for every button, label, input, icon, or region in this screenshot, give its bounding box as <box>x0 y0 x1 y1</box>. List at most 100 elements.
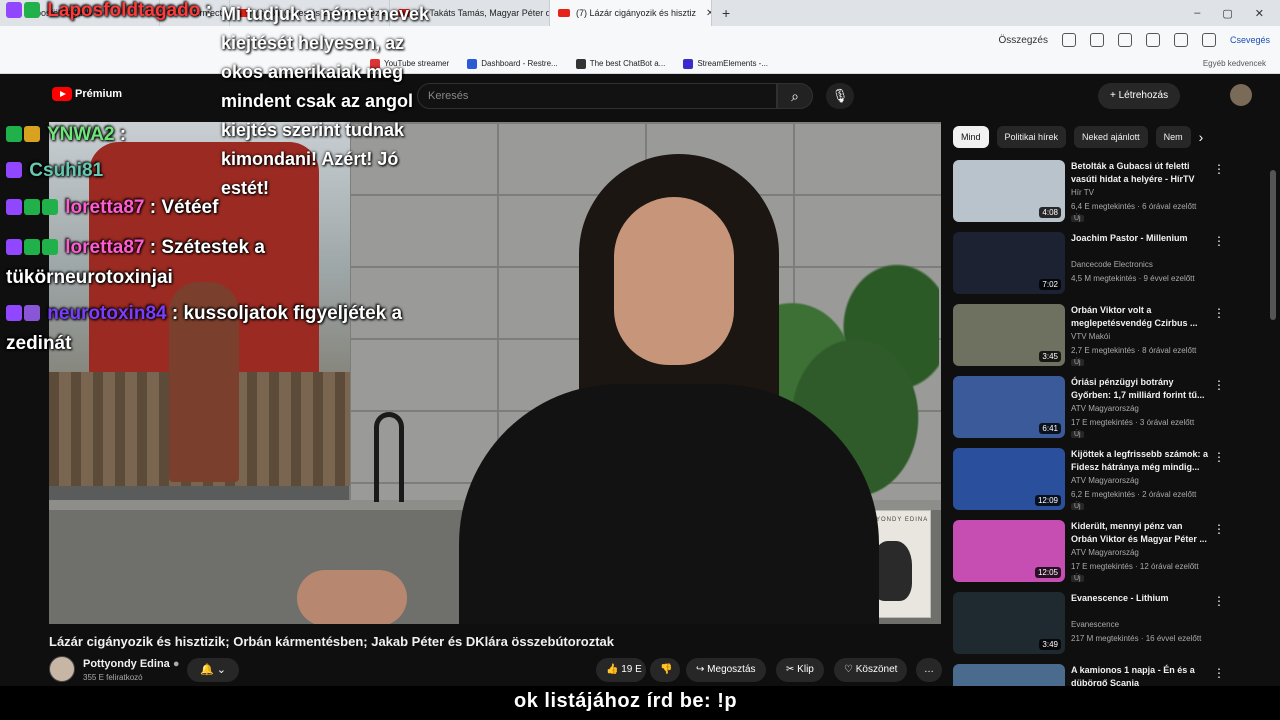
recommendation-item[interactable]: 6:41 Óriási pénzügyi botrány Győrben: 1,7… <box>953 376 1273 442</box>
twitch-badge-icon <box>6 162 22 178</box>
search-button[interactable]: ⌕ <box>777 83 813 109</box>
video-thumbnail[interactable]: 12:09 <box>953 448 1065 510</box>
create-label: Létrehozás <box>1118 90 1169 101</box>
new-badge: Új <box>1071 359 1084 366</box>
sub-badge-icon <box>24 305 40 321</box>
chevron-right-icon[interactable]: › <box>1199 126 1204 148</box>
clip-button[interactable]: ✂ Klip <box>776 658 824 682</box>
more-actions-button[interactable]: … <box>916 658 942 682</box>
chip-recommended[interactable]: Neked ajánlott <box>1074 126 1148 148</box>
extensions-icon[interactable] <box>1145 33 1160 47</box>
recommendation-title[interactable]: Joachim Pastor - Millenium <box>1071 232 1211 245</box>
recommendation-item[interactable]: 12:09 Kijöttek a legfrissebb számok: a Fi… <box>953 448 1273 514</box>
video-thumbnail[interactable]: 3:45 <box>953 304 1065 366</box>
copilot-chat-button[interactable]: Csevegés <box>1230 35 1270 45</box>
video-thumbnail[interactable]: 6:41 <box>953 376 1065 438</box>
refresh-icon[interactable] <box>1117 33 1132 47</box>
more-options-icon[interactable]: ⋮ <box>1213 594 1225 608</box>
chat-message: neurotoxin84 : kussoljatok figyeljétek a… <box>6 303 403 354</box>
recommendation-title[interactable]: Evanescence - Lithium <box>1071 592 1211 605</box>
account-avatar[interactable] <box>1230 84 1252 106</box>
summary-button[interactable]: Összegzés <box>999 35 1048 46</box>
chip-all[interactable]: Mind <box>953 126 989 148</box>
recommendation-item[interactable]: 12:05 Kiderült, mennyi pénz van Orbán Vik… <box>953 520 1273 586</box>
video-duration: 7:02 <box>1039 279 1061 290</box>
voice-search-button[interactable]: 🎙 <box>826 83 854 109</box>
recommendation-channel[interactable]: Evanescence <box>1071 620 1119 629</box>
star-icon[interactable] <box>1089 33 1104 47</box>
more-options-icon[interactable]: ⋮ <box>1213 306 1225 320</box>
scrollbar[interactable] <box>1270 170 1276 320</box>
new-badge: Új <box>1071 215 1084 222</box>
more-options-icon[interactable]: ⋮ <box>1213 162 1225 176</box>
filter-chips: Mind Politikai hírek Neked ajánlott Nem … <box>953 126 1273 148</box>
new-badge: Új <box>1071 575 1084 582</box>
browser-tab-active[interactable]: (7) Lázár cigányozik és hisztiz ✕ <box>550 0 712 26</box>
maximize-button[interactable]: ▢ <box>1222 7 1232 20</box>
thanks-label: Köszönet <box>855 664 898 675</box>
recommendation-title[interactable]: Kiderült, mennyi pénz van Orbán Viktor é… <box>1071 520 1211 546</box>
channel-name[interactable]: Pottyondy Edina ● <box>83 658 180 670</box>
video-thumbnail[interactable]: 12:05 <box>953 520 1065 582</box>
recommendation-channel[interactable]: ATV Magyarország <box>1071 404 1139 413</box>
recommendation-item[interactable]: 3:45 Orbán Viktor volt a meglepetésvendég… <box>953 304 1273 370</box>
video-thumbnail[interactable]: 4:08 <box>953 160 1065 222</box>
share-button[interactable]: ↪ Megosztás <box>686 658 766 682</box>
dislike-button[interactable]: 👎 <box>650 658 680 682</box>
mod-badge-icon <box>6 126 22 142</box>
recommendation-channel[interactable]: ATV Magyarország <box>1071 476 1139 485</box>
recommendation-title[interactable]: Orbán Viktor volt a meglepetésvendég Czi… <box>1071 304 1211 330</box>
bookmark[interactable]: Dashboard - Restre... <box>467 58 558 69</box>
recommendation-channel[interactable]: ATV Magyarország <box>1071 548 1139 557</box>
more-options-icon[interactable]: ⋮ <box>1213 234 1225 248</box>
more-options-icon[interactable]: ⋮ <box>1213 522 1225 536</box>
recommendation-channel[interactable]: VTV Makói <box>1071 332 1110 341</box>
bookmark-label: Dashboard - Restre... <box>481 59 558 68</box>
streamelements-icon <box>683 58 694 69</box>
recommendation-meta: 4,5 M megtekintés · 9 évvel ezelőtt <box>1071 274 1195 283</box>
recommendation-item[interactable]: 7:02 Joachim Pastor - Millenium Dancecode … <box>953 232 1273 298</box>
recommendation-channel[interactable]: Hír TV <box>1071 188 1094 197</box>
channel-avatar[interactable] <box>49 656 75 682</box>
create-button[interactable]: + Létrehozás <box>1098 83 1181 109</box>
recommendation-item[interactable]: 3:49 Evanescence - Lithium Evanescence 217 … <box>953 592 1273 658</box>
verified-icon: ● <box>172 658 180 670</box>
video-thumbnail[interactable]: 7:02 <box>953 232 1065 294</box>
other-favorites[interactable]: Egyéb kedvencek <box>1203 59 1280 68</box>
notification-bell-button[interactable]: 🔔 ⌄ <box>187 658 239 682</box>
recommendation-meta: 6,2 E megtekintés · 2 órával ezelőtt <box>1071 490 1197 499</box>
search-input[interactable]: Keresés <box>417 83 777 109</box>
chip-politics[interactable]: Politikai hírek <box>996 126 1067 148</box>
stream-ticker: ok listájához írd be: !p <box>0 686 1280 720</box>
recommendation-meta: 6,4 E megtekintés · 6 órával ezelőtt <box>1071 202 1197 211</box>
chevron-down-icon: ⌄ <box>216 664 226 676</box>
window-controls: – ▢ ✕ <box>1194 7 1280 20</box>
recommendation-item[interactable]: 4:08 Betolták a Gubacsi út feletti vasúti… <box>953 160 1273 226</box>
recommendation-meta: 217 M megtekintés · 16 évvel ezelőtt <box>1071 634 1202 643</box>
thanks-button[interactable]: ♡ Köszönet <box>834 658 908 682</box>
emote-badge-icon <box>42 199 58 215</box>
recommendation-title[interactable]: Betolták a Gubacsi út feletti vasúti hid… <box>1071 160 1211 186</box>
more-options-icon[interactable]: ⋮ <box>1213 666 1225 680</box>
minimize-button[interactable]: – <box>1194 7 1200 20</box>
subscriber-count: 355 E feliratkozó <box>83 673 143 682</box>
bookmark[interactable]: The best ChatBot a... <box>575 58 665 69</box>
recommendation-title[interactable]: Óriási pénzügyi botrány Győrben: 1,7 mil… <box>1071 376 1211 402</box>
more-options-icon[interactable]: ⋮ <box>1213 450 1225 464</box>
twitch-badge-icon <box>6 199 22 215</box>
like-button[interactable]: 👍 19 E <box>596 658 646 682</box>
favorites-icon[interactable] <box>1173 33 1188 47</box>
more-options-icon[interactable]: ⋮ <box>1213 378 1225 392</box>
collections-icon[interactable] <box>1201 33 1216 47</box>
chip-other[interactable]: Nem <box>1155 126 1191 148</box>
share-icon: ↪ <box>696 664 705 675</box>
new-tab-button[interactable]: + <box>712 5 740 21</box>
new-badge: Új <box>1071 431 1084 438</box>
video-thumbnail[interactable]: 3:49 <box>953 592 1065 654</box>
close-window-button[interactable]: ✕ <box>1255 7 1264 20</box>
recommendation-channel[interactable]: Dancecode Electronics <box>1071 260 1153 269</box>
faucet <box>374 412 404 502</box>
recommendation-title[interactable]: Kijöttek a legfrissebb számok: a Fidesz … <box>1071 448 1211 474</box>
reader-icon[interactable] <box>1061 33 1076 47</box>
bookmark[interactable]: StreamElements -... <box>683 58 768 69</box>
